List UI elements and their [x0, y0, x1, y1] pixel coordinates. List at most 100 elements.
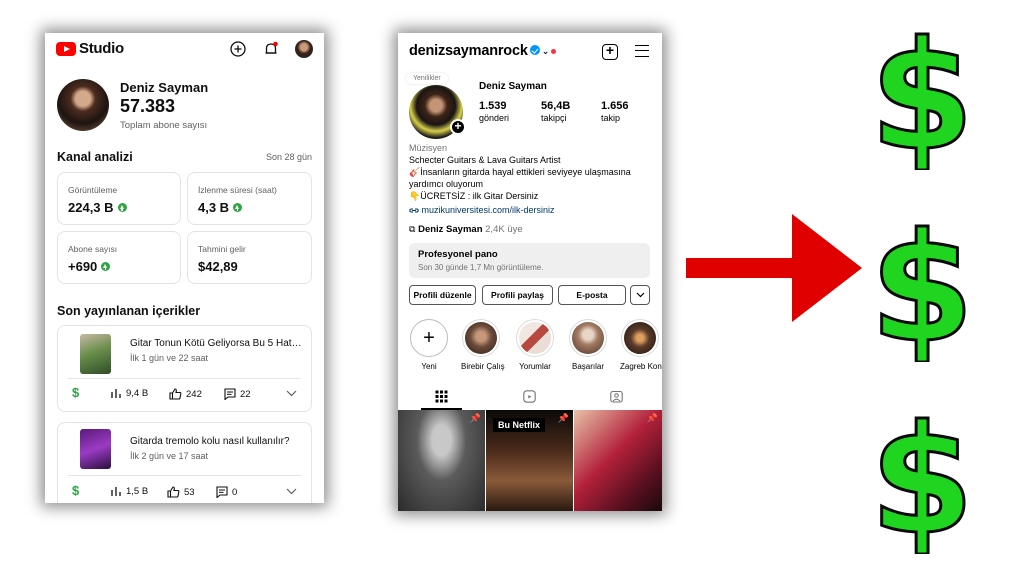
- chevron-down-icon: ⌄: [541, 45, 550, 56]
- tagged-tab-icon[interactable]: [610, 390, 623, 403]
- video-age: İlk 2 gün ve 17 saat: [130, 451, 209, 461]
- video-stats-row: $ 9,4 B 242 22: [58, 384, 313, 406]
- subscribers-card[interactable]: Abone sayısı +690: [57, 231, 181, 284]
- followers-stat[interactable]: 56,4B takipçi: [541, 100, 570, 123]
- video-title: Gitarda tremolo kolu nasıl kullanılır?: [130, 436, 290, 447]
- video-thumbnail[interactable]: [80, 334, 111, 374]
- dashboard-subtitle: Son 30 günde 1,7 Mn görüntüleme.: [418, 263, 544, 272]
- bar-chart-icon: [111, 389, 121, 398]
- subscriber-label: Toplam abone sayısı: [120, 120, 208, 131]
- watch-time-card[interactable]: İzlenme süresi (saat) 4,3 B: [187, 172, 312, 225]
- trend-up-icon: [233, 203, 243, 213]
- likes-stat: 242: [169, 388, 202, 400]
- comment-icon: [224, 388, 236, 400]
- threads-icon: ⧉: [409, 224, 416, 234]
- pin-icon: 📌: [557, 413, 569, 423]
- display-name: Deniz Sayman: [479, 81, 547, 92]
- svg-text:$: $: [872, 212, 972, 362]
- notification-dot: [551, 48, 557, 54]
- profile-tabs: [398, 385, 662, 410]
- following-stat[interactable]: 1.656 takip: [601, 100, 629, 123]
- account-avatar[interactable]: [295, 40, 313, 58]
- highlight-item[interactable]: Başarılar: [568, 319, 608, 371]
- dollar-sign-icon: $: [872, 404, 972, 554]
- posts-grid: 📌 Bu Netflix 📌 📌: [398, 410, 662, 511]
- professional-dashboard[interactable]: Profesyonel pano Son 30 günde 1,7 Mn gör…: [409, 243, 650, 278]
- revenue-label: Tahmini gelir: [198, 244, 246, 254]
- comments-stat: 22: [224, 388, 251, 400]
- video-item[interactable]: Gitar Tonun Kötü Geliyorsa Bu 5 Hat… İlk…: [57, 325, 312, 412]
- watch-time-label: İzlenme süresi (saat): [198, 185, 277, 195]
- threads-badge[interactable]: ⧉ Deniz Sayman 2,4K üye: [409, 224, 523, 235]
- instagram-profile-screen: denizsaymanrock ⌄ + Yenilikler + Deniz Sa…: [398, 33, 662, 511]
- highlight-new[interactable]: + Yeni: [409, 319, 449, 371]
- verified-badge-icon: [529, 45, 540, 56]
- username-switcher[interactable]: denizsaymanrock ⌄: [409, 43, 557, 59]
- monetization-icon[interactable]: $: [72, 385, 79, 400]
- monetization-icon[interactable]: $: [72, 483, 79, 498]
- youtube-studio-screen: Studio Deniz Sayman 57.383 Toplam abone …: [45, 33, 324, 503]
- divider: [68, 475, 301, 476]
- trend-up-icon: [117, 203, 127, 213]
- subscribers-card-label: Abone sayısı: [68, 244, 118, 254]
- dollar-sign-icon: $: [872, 20, 972, 170]
- video-age: İlk 1 gün ve 22 saat: [130, 353, 209, 363]
- svg-text:$: $: [872, 404, 972, 554]
- highlight-item[interactable]: Birebir Çalış: [461, 319, 505, 371]
- studio-top-bar: Studio: [45, 33, 324, 67]
- bio-line: 🎸İnsanların gitarda hayal ettikleri sevi…: [409, 167, 631, 177]
- chevron-down-icon[interactable]: [286, 390, 297, 397]
- create-plus-icon[interactable]: [229, 40, 247, 58]
- red-arrow-icon: [686, 214, 862, 322]
- video-stats-row: $ 1,5 B 53 0: [58, 482, 313, 503]
- views-label: Görüntüleme: [68, 185, 118, 195]
- views-card[interactable]: Görüntüleme 224,3 B: [57, 172, 181, 225]
- posts-stat[interactable]: 1.539 gönderi: [479, 100, 509, 123]
- bio-link[interactable]: muzikuniversitesi.com/ilk-dersiniz: [409, 205, 555, 215]
- video-item[interactable]: Gitarda tremolo kolu nasıl kullanılır? İ…: [57, 422, 312, 503]
- reels-tab-icon[interactable]: [523, 390, 536, 403]
- highlight-item[interactable]: Yorumlar: [515, 319, 555, 371]
- plus-icon: +: [410, 319, 448, 357]
- studio-brand-label: Studio: [79, 40, 124, 57]
- post-tile[interactable]: 📌: [574, 410, 662, 511]
- notification-bell-icon[interactable]: [262, 40, 280, 58]
- bio-line: 👇ÜCRETSİZ : ilk Gitar Dersiniz: [409, 191, 539, 201]
- revenue-card[interactable]: Tahmini gelir $42,89: [187, 231, 312, 284]
- username: denizsaymanrock: [409, 43, 528, 59]
- chevron-down-icon[interactable]: [286, 488, 297, 495]
- channel-name: Deniz Sayman: [120, 80, 209, 95]
- note-bubble[interactable]: Yenilikler: [406, 73, 448, 84]
- video-title: Gitar Tonun Kötü Geliyorsa Bu 5 Hat…: [130, 338, 302, 349]
- recent-content-heading: Son yayınlanan içerikler: [57, 304, 201, 318]
- analytics-period[interactable]: Son 28 gün: [266, 152, 312, 162]
- comments-stat: 0: [216, 486, 237, 498]
- bar-chart-icon: [111, 487, 121, 496]
- category-label: Müzisyen: [409, 143, 448, 153]
- pin-icon: 📌: [469, 413, 481, 423]
- edit-profile-button[interactable]: Profili düzenle: [409, 285, 476, 305]
- chevron-down-icon: [636, 292, 644, 298]
- create-post-icon[interactable]: +: [602, 43, 618, 60]
- subscriber-count: 57.383: [120, 96, 176, 116]
- thumbs-up-icon: [169, 388, 182, 400]
- video-thumbnail[interactable]: [80, 429, 111, 469]
- suggested-users-button[interactable]: [630, 285, 650, 305]
- highlight-item[interactable]: Zagreb Kon: [620, 319, 662, 371]
- dashboard-title: Profesyonel pano: [418, 249, 498, 260]
- post-tile[interactable]: Bu Netflix 📌: [486, 410, 573, 511]
- hamburger-menu-icon[interactable]: [635, 45, 649, 57]
- divider: [68, 378, 301, 379]
- grid-tab-icon[interactable]: [435, 390, 448, 403]
- add-story-icon[interactable]: +: [450, 119, 466, 135]
- subscribers-card-value: +690: [68, 259, 111, 274]
- svg-text:$: $: [872, 20, 972, 170]
- views-value: 224,3 B: [68, 200, 127, 215]
- share-profile-button[interactable]: Profili paylaş: [482, 285, 553, 305]
- dollar-sign-icon: $: [872, 212, 972, 362]
- analytics-heading: Kanal analizi: [57, 150, 133, 164]
- thumbnail-stage: Studio Deniz Sayman 57.383 Toplam abone …: [0, 0, 1024, 576]
- youtube-logo-icon[interactable]: [56, 42, 76, 56]
- post-tile[interactable]: 📌: [398, 410, 485, 511]
- email-button[interactable]: E-posta: [558, 285, 626, 305]
